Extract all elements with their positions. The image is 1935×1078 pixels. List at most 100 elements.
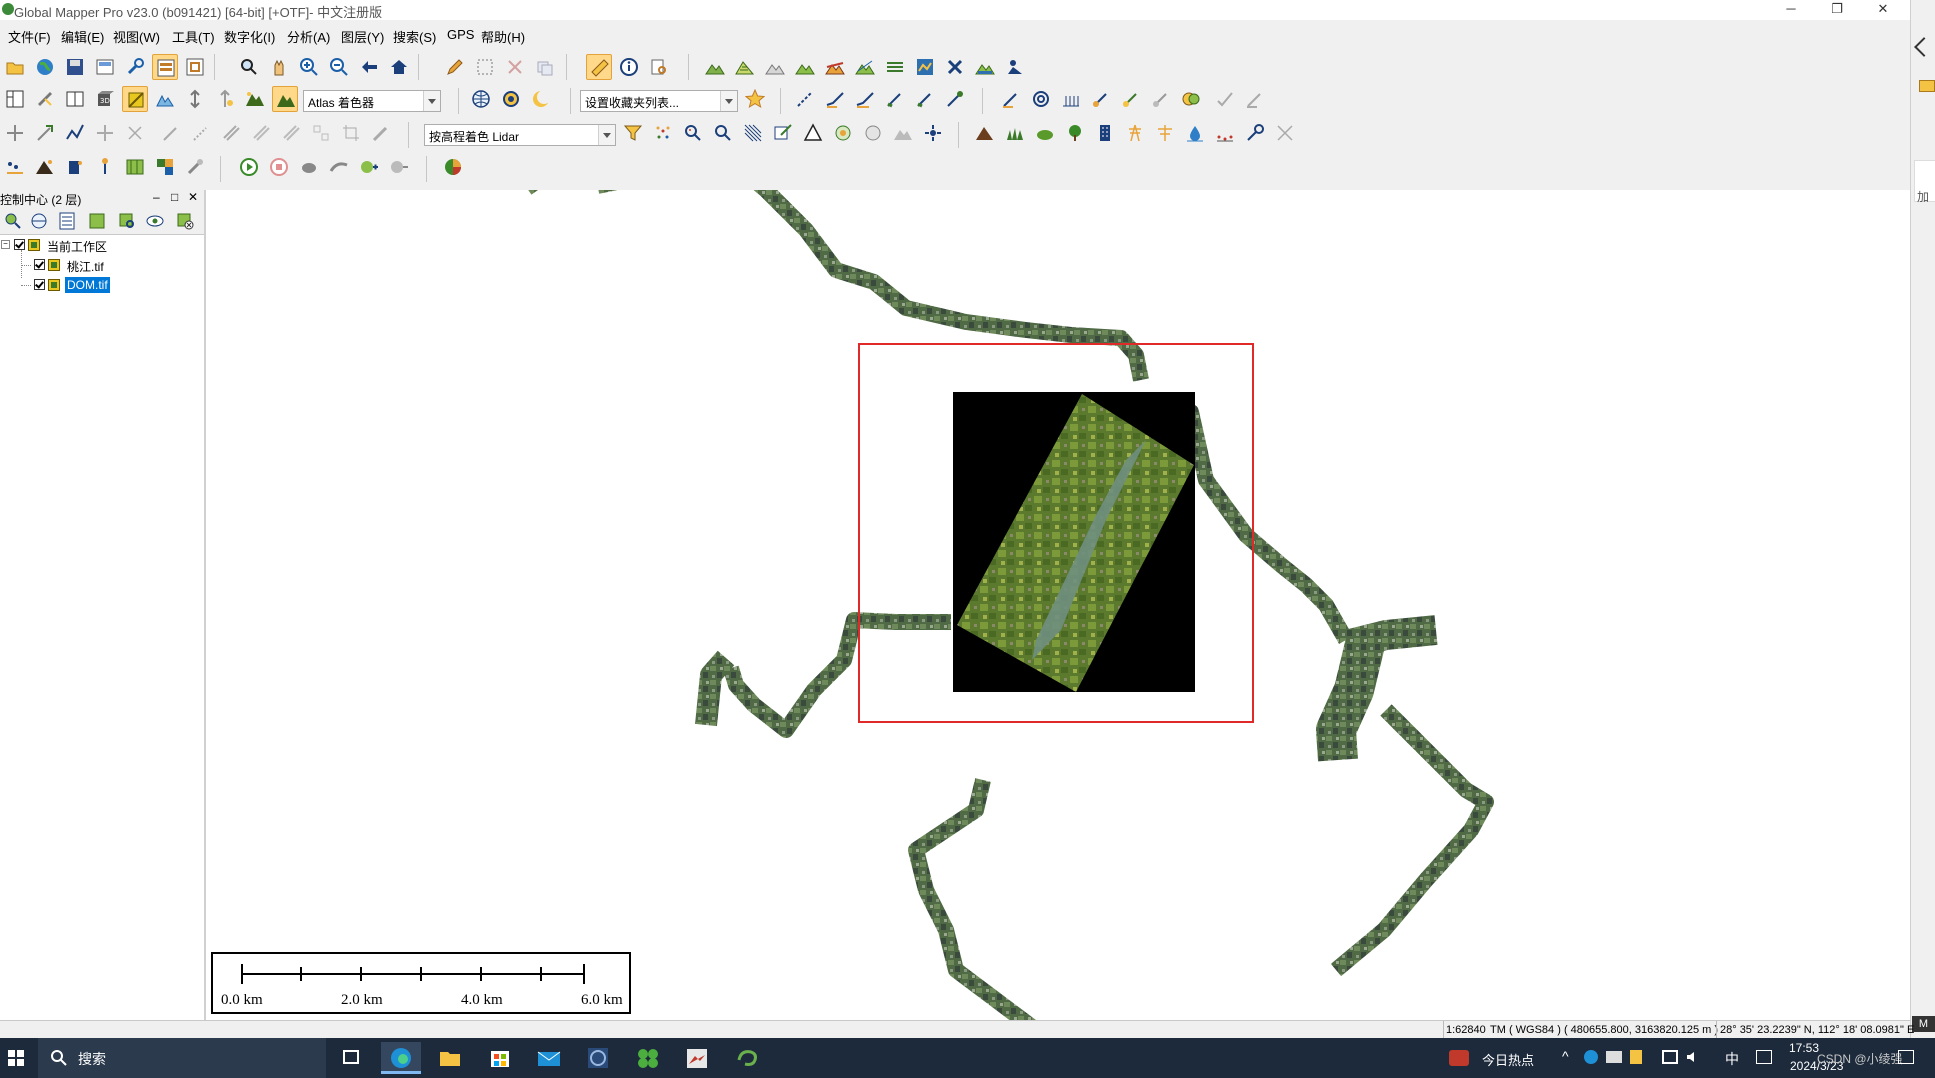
reshape-line-icon[interactable]: [62, 120, 88, 146]
lidar-search-icon[interactable]: [680, 120, 706, 146]
export-icon[interactable]: [92, 54, 118, 80]
layer-remove-icon[interactable]: [172, 208, 198, 234]
tray-message-icon[interactable]: [1606, 1051, 1622, 1063]
watershed-icon[interactable]: [792, 54, 818, 80]
pan-hand-icon[interactable]: [266, 54, 292, 80]
zoom-in-icon[interactable]: [296, 54, 322, 80]
water-icon[interactable]: [1182, 120, 1208, 146]
menu-digitize[interactable]: 数字化(I): [224, 27, 275, 46]
hill-shading-icon[interactable]: [272, 86, 298, 112]
chevron-down-icon[interactable]: [423, 91, 440, 111]
area-edit-icon[interactable]: [1148, 86, 1174, 112]
fillet-icon[interactable]: [278, 120, 304, 146]
clover-app-icon[interactable]: [628, 1042, 668, 1074]
snipaste-icon[interactable]: [677, 1042, 717, 1074]
building-icon[interactable]: [1092, 120, 1118, 146]
shader-toggle-icon[interactable]: [122, 86, 148, 112]
layer-options-icon[interactable]: [84, 208, 110, 234]
split-line-icon[interactable]: [912, 86, 938, 112]
file-explorer-icon[interactable]: [430, 1042, 470, 1074]
overview-map-icon[interactable]: [182, 54, 208, 80]
lidar-key-icon[interactable]: [1242, 120, 1268, 146]
rotate-feature-icon[interactable]: [32, 120, 58, 146]
fast-forward-icon[interactable]: [326, 154, 352, 180]
clock-time[interactable]: 17:53: [1789, 1041, 1819, 1055]
delete-feature-icon[interactable]: [502, 54, 528, 80]
panel-minimize-button[interactable]: –: [153, 190, 160, 204]
terrain-3d-icon[interactable]: [702, 54, 728, 80]
volume-icon[interactable]: [1686, 1050, 1700, 1064]
open-folder-icon[interactable]: [2, 54, 28, 80]
tray-shield-icon[interactable]: [1630, 1050, 1642, 1064]
add-waypoint-icon[interactable]: [356, 154, 382, 180]
side-panel-m-badge[interactable]: M: [1912, 1016, 1935, 1032]
edge-browser-icon[interactable]: [381, 1042, 421, 1074]
configuration-gear-icon[interactable]: [498, 86, 524, 112]
lidar-compare-icon[interactable]: [1272, 120, 1298, 146]
task-view-icon[interactable]: [331, 1042, 371, 1074]
mail-icon[interactable]: [529, 1042, 569, 1074]
building-extract-icon[interactable]: [62, 154, 88, 180]
create-polyline-icon[interactable]: [822, 86, 848, 112]
map-layout-icon[interactable]: [2, 86, 28, 112]
check-icon[interactable]: [1212, 86, 1238, 112]
network-icon[interactable]: [1662, 1050, 1678, 1064]
tray-app-icon[interactable]: [1584, 1050, 1598, 1064]
measure-edit-icon[interactable]: [1242, 86, 1268, 112]
user-terrain-icon[interactable]: [1002, 54, 1028, 80]
tree-collapse-icon[interactable]: −: [1, 240, 10, 249]
home-full-view-icon[interactable]: [386, 54, 412, 80]
crop-corner-icon[interactable]: [338, 120, 364, 146]
layer-search-icon[interactable]: [114, 208, 140, 234]
crop-tool-icon[interactable]: [942, 54, 968, 80]
stop-icon[interactable]: [266, 154, 292, 180]
line-of-sight-icon[interactable]: [852, 54, 878, 80]
flood-icon[interactable]: [972, 54, 998, 80]
pie-chart-icon[interactable]: [440, 154, 466, 180]
flight-path-icon[interactable]: [32, 86, 58, 112]
chevron-down-icon[interactable]: [720, 91, 737, 111]
taskbar-search-box[interactable]: 搜索: [38, 1038, 326, 1078]
projection-globe-icon[interactable]: [468, 86, 494, 112]
terrain-peak-icon[interactable]: [32, 154, 58, 180]
mountain-icon[interactable]: [972, 120, 998, 146]
panel-close-button[interactable]: ✕: [188, 190, 198, 204]
map-sheet-icon[interactable]: [122, 154, 148, 180]
favorites-select[interactable]: 设置收藏夹列表...: [580, 90, 738, 112]
zoom-box-icon[interactable]: [236, 54, 262, 80]
draw-curve-icon[interactable]: [188, 120, 214, 146]
move-vertex-icon[interactable]: [2, 120, 28, 146]
point-cloud-icon[interactable]: [2, 154, 28, 180]
shader-select[interactable]: Atlas 着色器: [303, 90, 441, 112]
elevation-color-select[interactable]: 按高程着色 Lidar: [424, 124, 616, 146]
append-line-icon[interactable]: [882, 86, 908, 112]
save-icon[interactable]: [62, 54, 88, 80]
globe-icon[interactable]: [32, 54, 58, 80]
tree-icon[interactable]: [1062, 120, 1088, 146]
select-rectangle-icon[interactable]: [472, 54, 498, 80]
raster-calc-icon[interactable]: [912, 54, 938, 80]
move-feature-icon[interactable]: [92, 120, 118, 146]
menu-gps[interactable]: GPS: [447, 27, 474, 42]
workspace-checkbox[interactable]: [14, 239, 25, 250]
shaded-relief-icon[interactable]: [242, 86, 268, 112]
light-position-icon[interactable]: [212, 86, 238, 112]
back-arrow-icon[interactable]: [356, 54, 382, 80]
split-view-icon[interactable]: [62, 86, 88, 112]
parallel-line-icon[interactable]: [248, 120, 274, 146]
power-tower-icon[interactable]: [1122, 120, 1148, 146]
menu-edit[interactable]: 编辑(E): [61, 27, 104, 46]
edit-vertex-icon[interactable]: [852, 86, 878, 112]
search-feature-icon[interactable]: [646, 54, 672, 80]
water-level-icon[interactable]: [152, 86, 178, 112]
edit-attributes-icon[interactable]: [368, 120, 394, 146]
play-icon[interactable]: [236, 154, 262, 180]
vertex-list-icon[interactable]: [308, 120, 334, 146]
path-profile-icon[interactable]: [822, 54, 848, 80]
volume-icon[interactable]: [882, 54, 908, 80]
global-mapper-taskbar-icon[interactable]: [578, 1042, 618, 1074]
global-mapper-swirl-icon[interactable]: [727, 1042, 767, 1074]
create-line-icon[interactable]: [792, 86, 818, 112]
tree-root-workspace[interactable]: − 当前工作区: [0, 237, 200, 255]
layer-metadata-icon[interactable]: [54, 208, 80, 234]
